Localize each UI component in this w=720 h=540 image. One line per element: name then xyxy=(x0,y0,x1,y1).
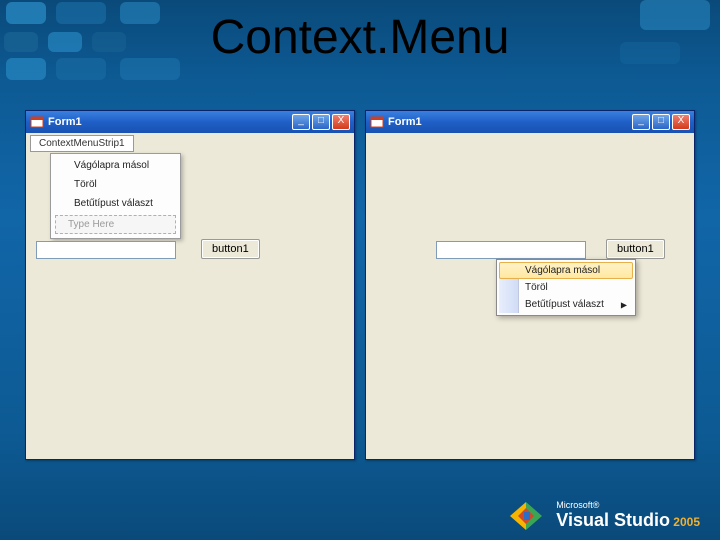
titlebar-left[interactable]: Form1 _ □ X xyxy=(26,111,354,133)
textbox1[interactable] xyxy=(436,241,586,259)
designer-type-here[interactable]: Type Here xyxy=(55,215,176,234)
minimize-button[interactable]: _ xyxy=(632,114,650,130)
window-title: Form1 xyxy=(388,116,632,128)
stage: Form1 _ □ X ContextMenuStrip1 Vágólapra … xyxy=(25,110,695,460)
microsoft-label: Microsoft® xyxy=(556,501,700,510)
maximize-button[interactable]: □ xyxy=(312,114,330,130)
contextmenustrip-caption[interactable]: ContextMenuStrip1 xyxy=(30,135,134,152)
designer-menu-item[interactable]: Betűtípust választ xyxy=(53,194,178,213)
textbox1[interactable] xyxy=(36,241,176,259)
context-menu-item[interactable]: Vágólapra másol xyxy=(499,262,633,279)
product-label: Visual Studio xyxy=(556,510,670,530)
product-year: 2005 xyxy=(673,515,700,529)
designer-menu-item[interactable]: Töröl xyxy=(53,175,178,194)
close-button[interactable]: X xyxy=(672,114,690,130)
window-title: Form1 xyxy=(48,116,292,128)
minimize-button[interactable]: _ xyxy=(292,114,310,130)
maximize-button[interactable]: □ xyxy=(652,114,670,130)
button1[interactable]: button1 xyxy=(201,239,260,259)
app-icon xyxy=(370,115,384,129)
titlebar-right[interactable]: Form1 _ □ X xyxy=(366,111,694,133)
submenu-arrow-icon: ▶ xyxy=(621,300,627,309)
designer-menu-item[interactable]: Vágólapra másol xyxy=(53,156,178,175)
visual-studio-logo-icon xyxy=(504,498,548,534)
context-menu-item[interactable]: Betűtípust választ▶ xyxy=(499,296,633,313)
close-button[interactable]: X xyxy=(332,114,350,130)
window-runtime: Form1 _ □ X button1 Vágólapra másolTöröl… xyxy=(365,110,695,460)
menu-designer[interactable]: Vágólapra másol Töröl Betűtípust választ… xyxy=(50,153,181,239)
app-icon xyxy=(30,115,44,129)
slide-title: Context.Menu xyxy=(0,10,720,65)
window-designer: Form1 _ □ X ContextMenuStrip1 Vágólapra … xyxy=(25,110,355,460)
context-menu-item[interactable]: Töröl xyxy=(499,279,633,296)
context-menu[interactable]: Vágólapra másolTörölBetűtípust választ▶ xyxy=(496,259,636,316)
button1[interactable]: button1 xyxy=(606,239,665,259)
footer-brand: Microsoft® Visual Studio 2005 xyxy=(504,498,700,534)
